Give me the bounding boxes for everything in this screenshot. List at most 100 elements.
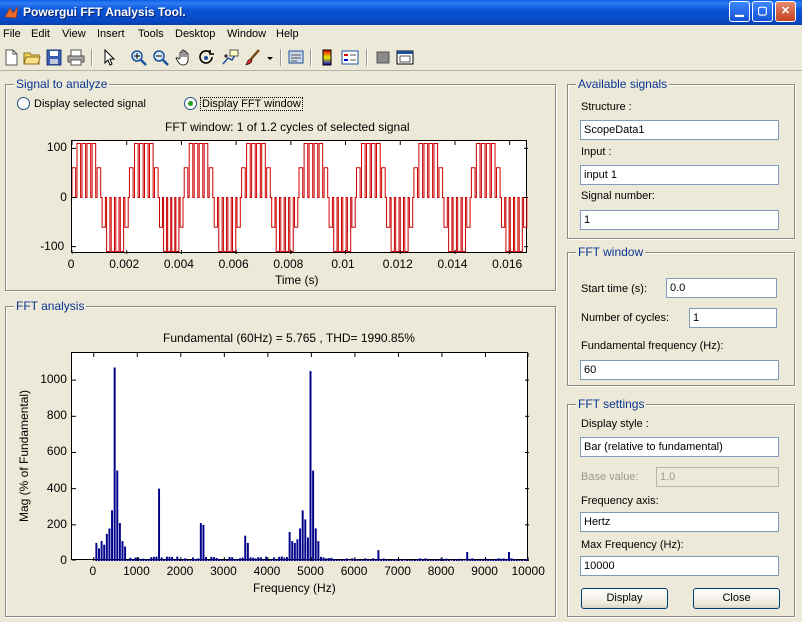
toolbar bbox=[0, 44, 802, 71]
spectrum-bar bbox=[192, 557, 194, 561]
number-of-cycles-label: Number of cycles: bbox=[581, 312, 670, 324]
fft-window-panel: FFT window Start time (s): 0.0 Number of… bbox=[567, 245, 795, 386]
menu-file[interactable]: File bbox=[3, 28, 21, 40]
spectrum-bar bbox=[181, 559, 184, 561]
new-file-icon[interactable] bbox=[2, 49, 20, 66]
spectrum-bar bbox=[518, 560, 521, 561]
menu-view[interactable]: View bbox=[62, 28, 86, 40]
spectrum-bar bbox=[189, 560, 192, 561]
pan-hand-icon[interactable] bbox=[175, 49, 193, 66]
spectrum-bar bbox=[124, 546, 127, 561]
save-icon[interactable] bbox=[45, 49, 63, 66]
spectrum-bar bbox=[262, 559, 265, 561]
close-icon: ✕ bbox=[780, 5, 791, 17]
maximize-button[interactable]: ▢ bbox=[752, 1, 773, 22]
spectrum-bar bbox=[377, 550, 380, 561]
spectrum-bar bbox=[317, 541, 320, 561]
number-of-cycles-field[interactable]: 1 bbox=[689, 308, 777, 328]
toolbar-separator bbox=[280, 49, 282, 66]
brush-icon[interactable] bbox=[244, 49, 262, 66]
spectrum-bar bbox=[427, 559, 430, 561]
frequency-axis-select[interactable]: Hertz bbox=[580, 512, 779, 532]
structure-label: Structure : bbox=[581, 101, 632, 113]
pointer-icon[interactable] bbox=[99, 49, 117, 66]
chevron-down-icon[interactable] bbox=[264, 49, 276, 66]
menu-insert[interactable]: Insert bbox=[97, 28, 125, 40]
structure-field[interactable]: ScopeData1 bbox=[580, 120, 779, 140]
y-tick-label: -100 bbox=[40, 238, 65, 253]
print-preview-icon[interactable] bbox=[287, 49, 305, 66]
menu-tools[interactable]: Tools bbox=[138, 28, 164, 40]
signal-plot-axes[interactable] bbox=[71, 140, 528, 254]
display-selected-signal-label[interactable]: Display selected signal bbox=[34, 98, 146, 110]
spectrum-bar bbox=[458, 558, 461, 561]
spectrum-bar bbox=[335, 559, 338, 561]
x-tick-label: 5000 bbox=[297, 564, 324, 578]
legend-icon[interactable] bbox=[341, 49, 359, 66]
spectrum-bar bbox=[233, 559, 236, 561]
spectrum-bar bbox=[390, 559, 393, 561]
display-style-select[interactable]: Bar (relative to fundamental) bbox=[580, 437, 779, 457]
spectrum-bar bbox=[113, 367, 116, 561]
rotate-icon[interactable] bbox=[198, 49, 216, 66]
spectrum-bar bbox=[494, 558, 497, 561]
y-tick-label: 0 bbox=[60, 553, 67, 567]
y-tick-label: 0 bbox=[60, 189, 67, 204]
spectrum-bar bbox=[105, 533, 108, 561]
signal-plot-title: FFT window: 1 of 1.2 cycles of selected … bbox=[165, 120, 410, 134]
spectrum-bar bbox=[118, 523, 121, 561]
colorbar-icon[interactable] bbox=[318, 49, 336, 66]
zoom-out-icon[interactable] bbox=[152, 49, 170, 66]
menu-help[interactable]: Help bbox=[276, 28, 299, 40]
close-button[interactable]: Close bbox=[693, 588, 780, 609]
spectrum-bar bbox=[225, 559, 228, 561]
spectrum-bar bbox=[246, 542, 249, 561]
show-plot-tools-icon[interactable] bbox=[396, 49, 414, 66]
start-time-field[interactable]: 0.0 bbox=[666, 278, 777, 298]
display-selected-signal-radio[interactable] bbox=[17, 97, 30, 110]
display-fft-window-label[interactable]: Display FFT window bbox=[200, 97, 303, 111]
signal-number-label: Signal number: bbox=[581, 190, 655, 202]
spectrum-bar bbox=[450, 560, 453, 561]
x-tick-label: 7000 bbox=[384, 564, 411, 578]
y-tick-label: 600 bbox=[46, 444, 67, 459]
spectrum-bar bbox=[306, 537, 309, 561]
max-frequency-field[interactable]: 10000 bbox=[580, 556, 779, 576]
toolbar-separator bbox=[310, 49, 312, 66]
signal-number-field[interactable]: 1 bbox=[580, 210, 779, 230]
close-window-button[interactable]: ✕ bbox=[775, 1, 796, 22]
fft-plot-axes[interactable] bbox=[71, 352, 529, 561]
spectrum-bar bbox=[228, 556, 231, 561]
fundamental-frequency-label: Fundamental frequency (Hz): bbox=[581, 340, 724, 352]
spectrum-bar bbox=[361, 559, 364, 561]
menu-window[interactable]: Window bbox=[227, 28, 266, 40]
spectrum-bar bbox=[252, 557, 255, 561]
spectrum-bar bbox=[408, 560, 411, 561]
max-frequency-label: Max Frequency (Hz): bbox=[581, 539, 684, 551]
spectrum-bar bbox=[194, 558, 197, 561]
x-tick-label: 0 bbox=[89, 564, 97, 578]
zoom-in-icon[interactable] bbox=[130, 49, 148, 66]
menu-desktop[interactable]: Desktop bbox=[175, 28, 215, 40]
menu-edit[interactable]: Edit bbox=[31, 28, 50, 40]
open-folder-icon[interactable] bbox=[23, 49, 41, 66]
input-field[interactable]: input 1 bbox=[580, 165, 779, 185]
fft-plot-title: Fundamental (60Hz) = 5.765 , THD= 1990.8… bbox=[163, 331, 415, 345]
spectrum-bar bbox=[249, 557, 252, 561]
hide-plot-tools-icon[interactable] bbox=[374, 49, 392, 66]
data-cursor-icon[interactable] bbox=[221, 49, 239, 66]
spectrum-bar bbox=[134, 557, 137, 561]
spectrum-bar bbox=[343, 559, 346, 561]
spectrum-bar bbox=[215, 557, 218, 561]
minimize-button[interactable]: ▁ bbox=[729, 1, 750, 22]
print-icon[interactable] bbox=[67, 49, 85, 66]
window-title: Powergui FFT Analysis Tool. bbox=[23, 5, 186, 19]
spectrum-bar bbox=[333, 559, 335, 561]
spectrum-bar bbox=[521, 559, 524, 561]
fundamental-frequency-field[interactable]: 60 bbox=[580, 360, 779, 380]
display-fft-window-radio[interactable] bbox=[184, 97, 197, 110]
spectrum-bar bbox=[382, 558, 385, 561]
toolbar-separator bbox=[91, 49, 93, 66]
spectrum-bar bbox=[403, 560, 406, 561]
display-button[interactable]: Display bbox=[581, 588, 668, 609]
